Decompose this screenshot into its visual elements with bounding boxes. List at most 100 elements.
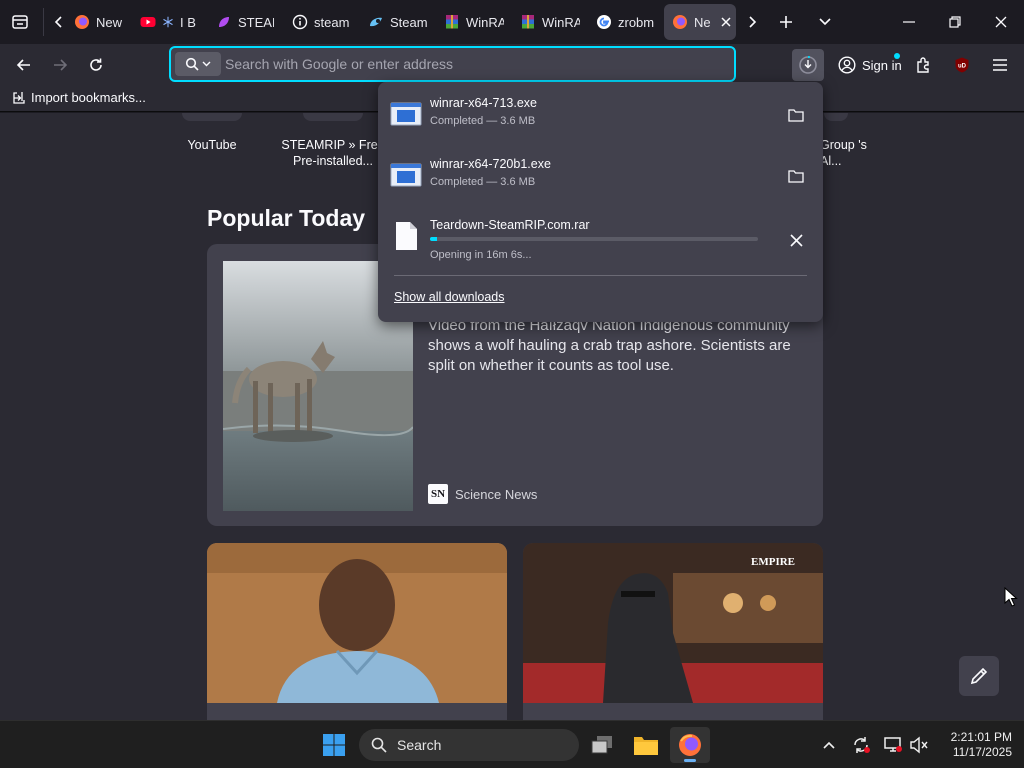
shortcut-tile [824,113,848,121]
winrar-icon [446,15,458,29]
tab-winrar-2[interactable]: WinRA [512,4,580,40]
windows-logo-icon [323,734,345,756]
close-window-button[interactable] [978,0,1024,44]
sign-in-button[interactable]: Sign in [830,49,910,81]
mouse-cursor-icon [1004,587,1018,607]
search-icon [371,737,387,753]
chevron-left-icon [54,16,62,28]
volume-tray-button[interactable] [907,733,931,757]
shortcut-tile [182,113,242,121]
import-bookmarks-button[interactable]: Import bookmarks... [12,90,146,105]
firefox-icon [679,734,701,756]
cancel-download-button[interactable] [783,227,809,253]
tab-winrar-1[interactable]: WinRA [436,4,504,40]
extensions-button[interactable] [908,49,940,81]
download-filename: winrar-x64-720b1.exe [430,157,551,171]
downloads-button[interactable] [792,49,824,81]
folder-icon [788,170,804,183]
download-progress-fill [430,237,437,241]
shortcut-label: YouTube [187,138,237,152]
minimize-button[interactable] [886,0,932,44]
back-button[interactable] [8,49,40,81]
folder-icon [788,109,804,122]
story-card-empire[interactable]: EMPIRE [523,543,823,720]
shortcut-label: STEAMRIP » Free Pre-installed... [281,138,385,168]
restore-button[interactable] [932,0,978,44]
new-tab-button[interactable] [770,6,802,38]
restore-icon [949,16,961,28]
steamrip-icon [219,17,229,27]
tab-strip: New T I B STEAM steam Steam WinRA WinRA … [0,0,1024,44]
close-icon [995,16,1007,28]
download-item-in-progress[interactable]: Teardown-SteamRIP.com.rar Opening in 16m… [378,208,823,266]
network-tray-button[interactable] [881,733,905,757]
show-in-folder-button[interactable] [783,163,809,189]
taskbar-search[interactable]: Search [359,729,579,761]
scroll-tabs-right-button[interactable] [736,6,768,38]
shortcut-label: Group 's Al... [820,138,867,168]
snowflake-icon [163,16,173,28]
info-icon [292,14,308,30]
forward-button[interactable] [44,49,76,81]
sync-icon [854,737,870,753]
task-view-icon [591,736,612,754]
tab-title: WinRA [466,14,504,30]
tab-title: Steam [390,14,428,30]
reload-button[interactable] [80,49,112,81]
navigation-toolbar: Sign in uD [0,44,1024,86]
show-all-downloads-link[interactable]: Show all downloads [394,290,505,304]
shortcut-steamrip[interactable]: STEAMRIP » Free Pre-installed... [278,113,388,169]
plus-icon [780,16,792,28]
download-filename: Teardown-SteamRIP.com.rar [430,218,590,232]
tab-youtube[interactable]: I B [132,4,198,40]
folder-icon [634,737,658,755]
pencil-icon [970,667,988,685]
tab-google[interactable]: zrobm [588,4,656,40]
generic-file-icon [396,222,417,250]
tab-title: STEAM [238,14,274,30]
tab-steam[interactable]: Steam [360,4,428,40]
taskbar-search-label: Search [397,737,442,753]
close-tab-icon[interactable] [721,17,731,27]
popular-today-heading: Popular Today [207,205,366,231]
customize-edit-button[interactable] [959,656,999,696]
shortcut-tile [303,113,363,121]
download-item[interactable]: winrar-x64-720b1.exe Completed — 3.6 MB [378,147,823,205]
story-source[interactable]: SN Science News [428,484,537,504]
task-view-button[interactable] [582,727,622,763]
tab-steam-info[interactable]: steam [284,4,352,40]
courtroom-story-image [207,543,507,703]
tab-steamrip[interactable]: STEAM [208,4,274,40]
import-bookmarks-label: Import bookmarks... [31,90,146,105]
url-input[interactable] [225,53,725,75]
ublock-button[interactable]: uD [946,49,978,81]
tab-title: New T [96,14,124,30]
science-news-logo: SN [428,484,448,504]
address-bar [169,46,736,82]
firefox-taskbar-button[interactable] [670,727,710,763]
firefox-view-button[interactable] [4,6,36,38]
clock-time: 2:21:01 PM [950,730,1012,744]
show-in-folder-button[interactable] [783,102,809,128]
file-explorer-button[interactable] [626,727,666,763]
google-icon [597,15,611,29]
monitor-icon [884,737,902,752]
menu-button[interactable] [984,49,1016,81]
start-button[interactable] [314,727,354,763]
shortcut-youtube[interactable]: YouTube [152,113,272,153]
tab-new-tab-active[interactable]: Ne [664,4,736,40]
puzzle-icon [917,57,929,73]
system-clock[interactable]: 2:21:01 PM 11/17/2025 [938,730,1012,760]
executable-file-icon [390,163,422,187]
tab-new-tab[interactable]: New T [66,4,124,40]
sync-tray-button[interactable] [849,733,873,757]
search-engine-button[interactable] [175,52,221,76]
youtube-icon [140,17,156,27]
list-all-tabs-button[interactable] [809,6,841,38]
story-card-portrait[interactable] [207,543,507,720]
show-hidden-icons-button[interactable] [817,733,841,757]
tab-title: steam [314,14,350,30]
download-item[interactable]: winrar-x64-713.exe Completed — 3.6 MB [378,86,823,144]
firefox-icon [75,15,89,29]
ublock-icon: uD [955,57,969,73]
